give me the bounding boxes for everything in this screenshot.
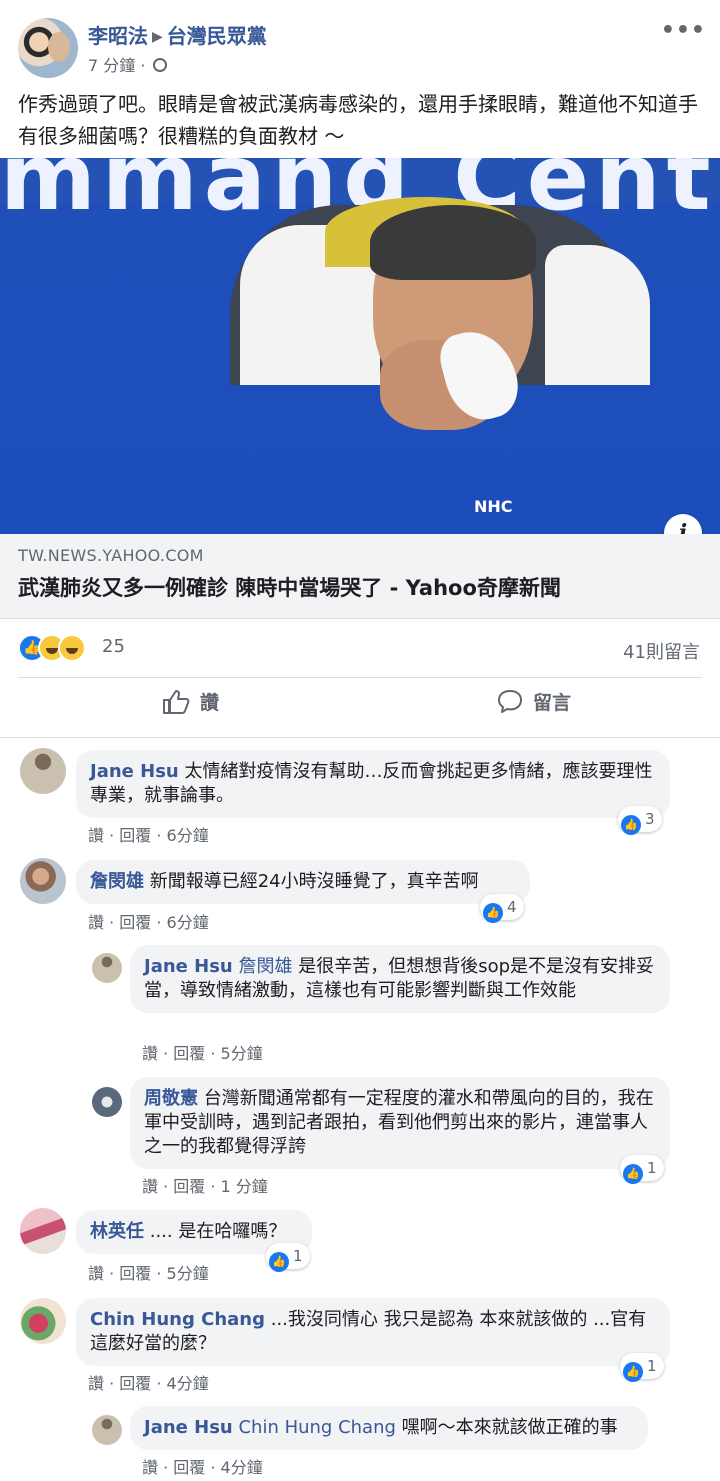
sad-reaction-icon [58,634,86,662]
like-label: 讚 [200,692,220,714]
comment-like-count[interactable]: 👍 3 [618,806,662,835]
comment-actions[interactable]: 讚 · 回覆 · 6分鐘 [88,822,209,846]
commenter-name[interactable]: 詹閔雄 [90,871,144,892]
reply-bubble: Jane Hsu 詹閔雄 是很辛苦，但想想背後sop是不是沒有安排妥當，導致情緒… [130,945,670,1013]
comment-bubble: 詹閔雄 新聞報導已經24小時沒睡覺了，真辛苦啊 [76,860,530,904]
post-time[interactable]: 7 分鐘 · [88,56,145,75]
commenter-avatar[interactable] [20,748,66,794]
commenter-avatar[interactable] [20,858,66,904]
like-count: 1 [647,1159,657,1177]
commenter-avatar[interactable] [20,1208,66,1254]
author-name[interactable]: 李昭法 [88,24,148,48]
like-icon: 👍 [623,1164,643,1184]
author-avatar[interactable] [18,18,78,78]
comment-actions[interactable]: 讚 · 回覆 · 4分鐘 [142,1454,263,1478]
post-header: 李昭法 ▶ 台灣民眾黨 7 分鐘 · ••• [0,0,720,85]
like-count: 1 [293,1247,303,1265]
thumbs-up-icon [163,690,190,714]
link-caption[interactable]: TW.NEWS.YAHOO.COM 武漢肺炎又多一例確診 陳時中當場哭了 - Y… [0,534,720,619]
comment-actions[interactable]: 讚 · 回覆 · 4分鐘 [88,1370,209,1394]
comment-text: 新聞報導已經24小時沒睡覺了，真辛苦啊 [149,871,479,892]
like-button[interactable]: 讚 [162,688,219,728]
speaker-hair [370,205,536,280]
like-count: 3 [645,810,655,828]
commenter-name[interactable]: Jane Hsu [144,956,233,977]
comment-actions[interactable]: 讚 · 回覆 · 1 分鐘 [142,1173,268,1197]
replier-avatar[interactable] [92,1087,122,1117]
comment-text: .... 是在哈囉嗎？ [149,1221,287,1242]
vest-label: NHC [474,497,513,516]
comment-actions[interactable]: 讚 · 回覆 · 5分鐘 [88,1260,209,1284]
comment-button[interactable]: 留言 [497,688,571,728]
comment-text: 台灣新聞通常都有一定程度的灌水和帶風向的目的，我在軍中受訓時，遇到記者跟拍，看到… [144,1088,654,1157]
like-count: 4 [507,898,517,916]
comment-bubble: Jane Hsu 太情緒對疫情沒有幫助…反而會挑起更多情緒，應該要理性專業，就事… [76,750,670,818]
like-icon: 👍 [483,903,503,923]
commenter-name[interactable]: Chin Hung Chang [90,1309,265,1330]
mention-link[interactable]: 詹閔雄 [238,956,292,977]
divider [18,677,702,678]
comment-like-count[interactable]: 👍 4 [480,894,524,923]
mention-link[interactable]: Chin Hung Chang [238,1417,395,1438]
more-options-icon[interactable]: ••• [661,18,706,43]
comment-like-count[interactable]: 👍 1 [620,1155,664,1184]
comment-like-count[interactable]: 👍 1 [266,1243,310,1272]
reply-bubble: 周敬憲 台灣新聞通常都有一定程度的灌水和帶風向的目的，我在軍中受訓時，遇到記者跟… [130,1077,670,1169]
post-text: 作秀過頭了吧。眼睛是會被武漢病毒感染的，還用手揉眼睛，難道他不知道手有很多細菌嗎… [18,92,698,148]
like-icon: 👍 [621,815,641,835]
reply-bubble: Jane Hsu Chin Hung Chang 嘿啊～本來就該做正確的事 [130,1406,648,1450]
replier-avatar[interactable] [92,953,122,983]
commenter-avatar[interactable] [20,1298,66,1344]
comment-like-count[interactable]: 👍 1 [620,1353,664,1382]
like-icon: 👍 [269,1252,289,1272]
comment-actions[interactable]: 讚 · 回覆 · 6分鐘 [88,909,209,933]
comment-count[interactable]: 41則留言 [623,638,700,664]
post-author-line: 李昭法 ▶ 台灣民眾黨 [88,20,267,49]
commenter-name[interactable]: 周敬憲 [144,1088,198,1109]
link-title: 武漢肺炎又多一例確診 陳時中當場哭了 - Yahoo奇摩新聞 [18,576,561,600]
comment-bubble-icon [498,690,522,713]
commenter-name[interactable]: 林英任 [90,1221,144,1242]
comment-actions[interactable]: 讚 · 回覆 · 5分鐘 [142,1040,263,1064]
public-globe-icon [152,58,167,72]
post-meta: 7 分鐘 · [88,52,167,76]
section-divider [0,737,720,738]
like-count: 1 [647,1357,657,1375]
arrow-right-icon: ▶ [152,29,163,45]
commenter-name[interactable]: Jane Hsu [144,1417,233,1438]
comment-bubble: Chin Hung Chang ...我沒同情心 我只是認為 本來就該做的 ..… [76,1298,670,1366]
commenter-name[interactable]: Jane Hsu [90,761,179,782]
comment-text: 嘿啊～本來就該做正確的事 [401,1417,618,1438]
like-icon: 👍 [623,1362,643,1382]
comment-label: 留言 [533,692,572,714]
replier-avatar[interactable] [92,1415,122,1445]
reaction-count: 25 [102,636,125,657]
link-domain: TW.NEWS.YAHOO.COM [18,546,204,565]
group-name[interactable]: 台灣民眾黨 [167,24,267,48]
